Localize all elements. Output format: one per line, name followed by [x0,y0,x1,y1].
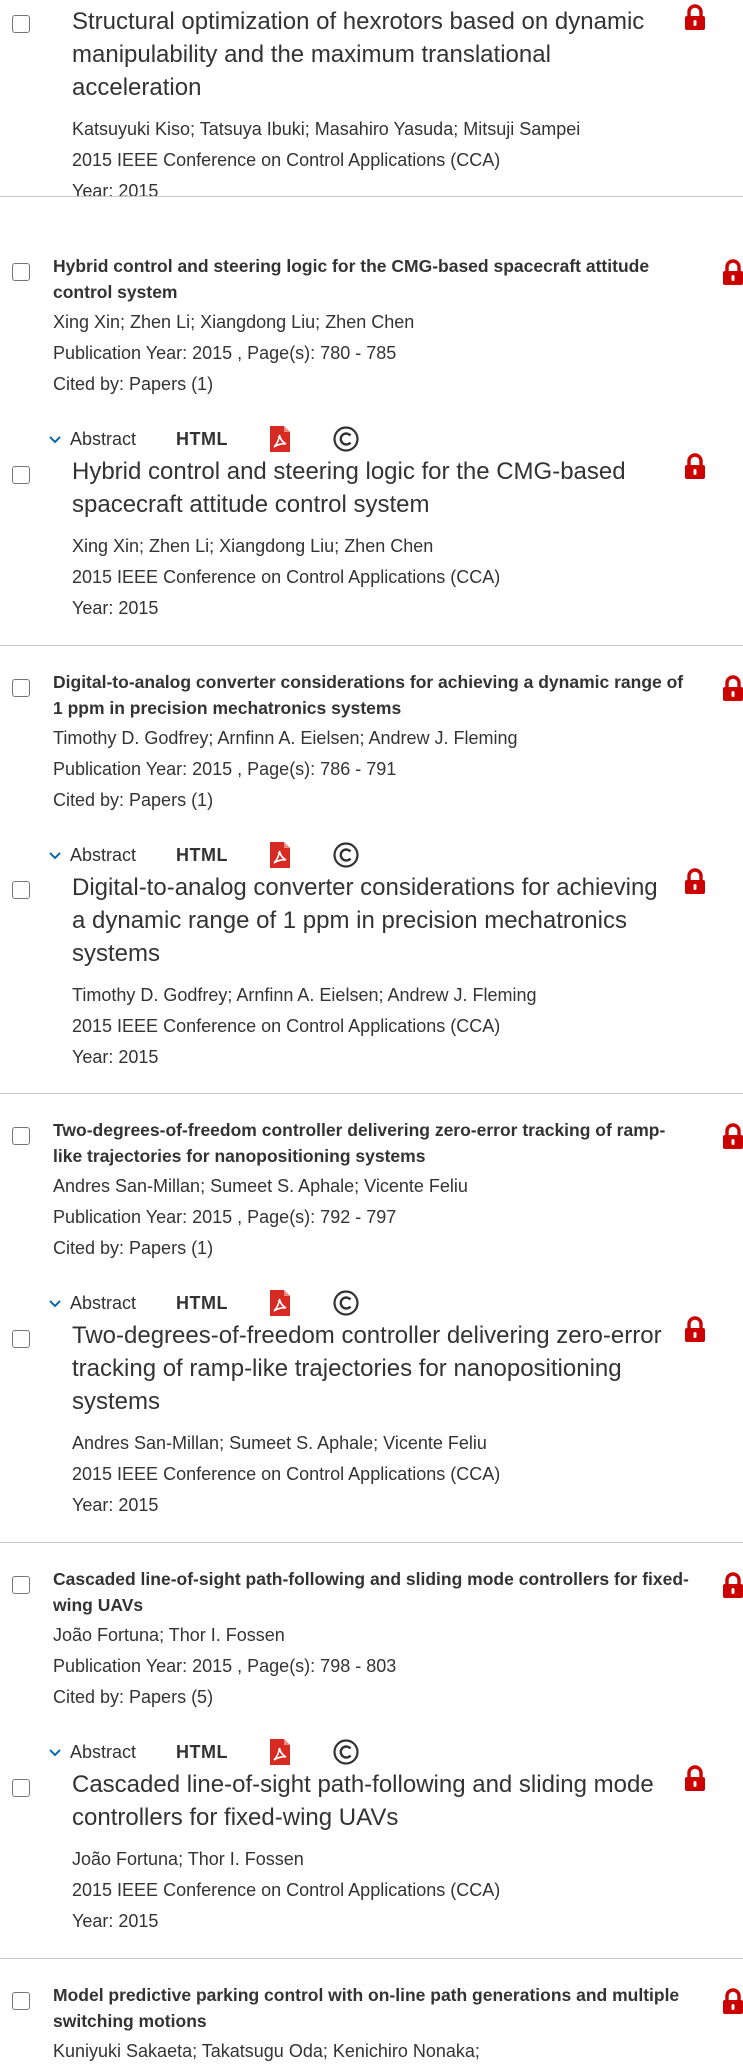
detail-conference[interactable]: 2015 IEEE Conference on Control Applicat… [72,145,672,176]
detail-authors[interactable]: Katsuyuki Kiso; Tatsuya Ibuki; Masahiro … [72,114,672,145]
lock-icon [682,1316,708,1344]
detail-authors[interactable]: João Fortuna; Thor I. Fossen [72,1844,672,1875]
detail-year: Year: 2015 [72,181,159,201]
detail-block: Hybrid control and steering logic for th… [72,455,672,624]
abstract-toggle[interactable]: Abstract [70,845,136,866]
detail-year: Year: 2015 [72,1911,159,1931]
detail-block: Two-degrees-of-freedom controller delive… [72,1319,672,1521]
article-publication: Publication Year: 2015 , Page(s): 792 - … [53,1207,397,1227]
article-title[interactable]: Model predictive parking control with on… [53,1982,693,2034]
article-row: Digital-to-analog converter consideratio… [53,669,693,816]
copyright-icon[interactable] [332,841,360,869]
article-authors[interactable]: Kuniyuki Sakaeta; Takatsugu Oda; Kenichi… [53,2036,693,2067]
lock-icon [682,868,708,896]
select-checkbox[interactable] [12,466,30,484]
lock-icon [682,4,708,32]
separator [0,1958,743,1959]
select-checkbox[interactable] [12,1992,30,2010]
select-checkbox[interactable] [12,1779,30,1797]
detail-title[interactable]: Digital-to-analog converter consideratio… [72,871,672,970]
detail-title[interactable]: Cascaded line-of-sight path-following an… [72,1768,672,1834]
separator [0,1542,743,1543]
article-cited-by[interactable]: Cited by: Papers (1) [53,1233,693,1264]
detail-year: Year: 2015 [72,598,159,618]
lock-icon [720,1572,743,1600]
article-authors[interactable]: Andres San-Millan; Sumeet S. Aphale; Vic… [53,1171,693,1202]
copyright-icon[interactable] [332,1738,360,1766]
pdf-icon[interactable] [268,1738,292,1766]
detail-year: Year: 2015 [72,1495,159,1515]
detail-conference[interactable]: 2015 IEEE Conference on Control Applicat… [72,1875,672,1906]
article-publication: Publication Year: 2015 , Page(s): 786 - … [53,759,397,779]
detail-authors[interactable]: Andres San-Millan; Sumeet S. Aphale; Vic… [72,1428,672,1459]
lock-icon [720,1123,743,1151]
article-row: Cascaded line-of-sight path-following an… [53,1566,693,1713]
detail-title[interactable]: Two-degrees-of-freedom controller delive… [72,1319,672,1418]
detail-conference[interactable]: 2015 IEEE Conference on Control Applicat… [72,1011,672,1042]
select-checkbox[interactable] [12,679,30,697]
article-actions: Abstract HTML [48,426,360,452]
pdf-icon[interactable] [268,841,292,869]
lock-icon [682,453,708,481]
detail-title[interactable]: Structural optimization of hexrotors bas… [72,5,672,104]
detail-year: Year: 2015 [72,1047,159,1067]
lock-icon [682,1765,708,1793]
lock-icon [720,675,743,703]
separator [0,196,743,197]
detail-title[interactable]: Hybrid control and steering logic for th… [72,455,672,521]
lock-icon [720,259,743,287]
chevron-down-icon[interactable] [48,848,62,862]
abstract-toggle[interactable]: Abstract [70,429,136,450]
detail-authors[interactable]: Timothy D. Godfrey; Arnfinn A. Eielsen; … [72,980,672,1011]
article-cited-by[interactable]: Cited by: Papers (5) [53,1682,693,1713]
chevron-down-icon[interactable] [48,1296,62,1310]
article-title[interactable]: Digital-to-analog converter consideratio… [53,669,693,721]
article-title[interactable]: Hybrid control and steering logic for th… [53,253,693,305]
article-authors[interactable]: Xing Xin; Zhen Li; Xiangdong Liu; Zhen C… [53,307,693,338]
select-checkbox[interactable] [12,1127,30,1145]
abstract-toggle[interactable]: Abstract [70,1742,136,1763]
copyright-icon[interactable] [332,1289,360,1317]
chevron-down-icon[interactable] [48,1745,62,1759]
article-publication: Publication Year: 2015 , Page(s): 798 - … [53,1656,397,1676]
select-checkbox[interactable] [12,881,30,899]
abstract-toggle[interactable]: Abstract [70,1293,136,1314]
detail-block: Structural optimization of hexrotors bas… [72,5,672,207]
article-row: Model predictive parking control with on… [53,1982,693,2067]
html-link[interactable]: HTML [176,1293,228,1314]
select-checkbox[interactable] [12,1576,30,1594]
select-checkbox[interactable] [12,263,30,281]
article-actions: Abstract HTML [48,1290,360,1316]
article-actions: Abstract HTML [48,842,360,868]
detail-conference[interactable]: 2015 IEEE Conference on Control Applicat… [72,1459,672,1490]
lock-icon [720,1988,743,2016]
html-link[interactable]: HTML [176,429,228,450]
pdf-icon[interactable] [268,425,292,453]
copyright-icon[interactable] [332,425,360,453]
article-publication: Publication Year: 2015 , Page(s): 780 - … [53,343,397,363]
select-checkbox[interactable] [12,1330,30,1348]
chevron-down-icon[interactable] [48,432,62,446]
article-authors[interactable]: João Fortuna; Thor I. Fossen [53,1620,693,1651]
separator [0,1093,743,1094]
article-row: Two-degrees-of-freedom controller delive… [53,1117,693,1264]
separator [0,645,743,646]
detail-authors[interactable]: Xing Xin; Zhen Li; Xiangdong Liu; Zhen C… [72,531,672,562]
detail-block: Cascaded line-of-sight path-following an… [72,1768,672,1937]
html-link[interactable]: HTML [176,845,228,866]
article-actions: Abstract HTML [48,1739,360,1765]
select-checkbox[interactable] [12,15,30,33]
article-cited-by[interactable]: Cited by: Papers (1) [53,369,693,400]
article-row: Hybrid control and steering logic for th… [53,253,693,400]
pdf-icon[interactable] [268,1289,292,1317]
detail-block: Digital-to-analog converter consideratio… [72,871,672,1073]
article-title[interactable]: Two-degrees-of-freedom controller delive… [53,1117,693,1169]
html-link[interactable]: HTML [176,1742,228,1763]
article-authors[interactable]: Timothy D. Godfrey; Arnfinn A. Eielsen; … [53,723,693,754]
article-title[interactable]: Cascaded line-of-sight path-following an… [53,1566,693,1618]
article-cited-by[interactable]: Cited by: Papers (1) [53,785,693,816]
detail-conference[interactable]: 2015 IEEE Conference on Control Applicat… [72,562,672,593]
